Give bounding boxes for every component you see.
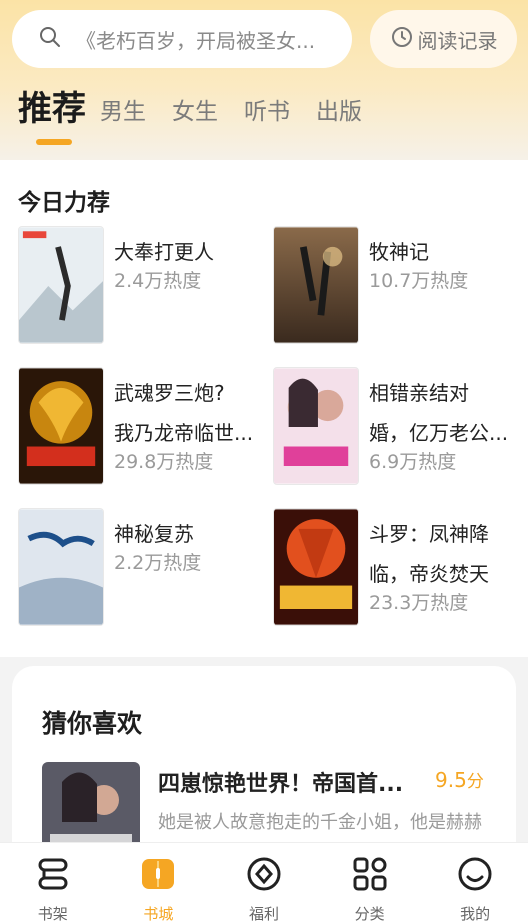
book-item[interactable]: 斗罗：凤神降 临，帝炎焚天 23.3万热度 (273, 508, 513, 628)
book-cover[interactable] (18, 508, 104, 626)
book-item[interactable]: 牧神记 10.7万热度 (273, 226, 513, 346)
book-title-line: 武魂罗三炮? (114, 381, 225, 405)
book-heat: 29.8万热度 (114, 451, 214, 473)
search-input[interactable]: 《老朽百岁，开局被圣女... (76, 25, 321, 54)
tab-published[interactable]: 出版 (316, 101, 362, 124)
book-title: 相错亲结对 婚，亿万老公... (369, 373, 519, 453)
today-recommend-title: 今日力荐 (18, 190, 110, 216)
book-cover[interactable] (273, 367, 359, 485)
guess-you-like-title: 猜你喜欢 (42, 709, 143, 738)
search-bar[interactable]: 《老朽百岁，开局被圣女... (12, 10, 352, 68)
guess-book-score: 9.5分 (435, 767, 484, 792)
bookshelf-icon (34, 855, 72, 897)
book-heat: 10.7万热度 (369, 270, 469, 292)
book-title-line: 斗罗：凤神降 (369, 522, 489, 546)
score-value: 9.5 (435, 768, 467, 792)
welfare-icon (245, 855, 283, 897)
tab-female[interactable]: 女生 (172, 101, 218, 124)
active-tab-indicator (36, 139, 72, 145)
nav-label: 书城 (143, 905, 174, 923)
book-title-line: 相错亲结对 (369, 381, 469, 405)
score-unit: 分 (466, 772, 484, 792)
nav-label: 书架 (37, 905, 68, 923)
book-item[interactable]: 神秘复苏 2.2万热度 (18, 508, 258, 628)
book-heat: 2.4万热度 (114, 270, 202, 292)
bookstore-icon (139, 855, 177, 897)
guess-book-title[interactable]: 四崽惊艳世界！帝国首... (158, 766, 403, 798)
nav-bookstore[interactable]: 书城 (106, 843, 212, 923)
category-tabs: 推荐 男生 女生 听书 出版 (18, 90, 388, 126)
book-cover[interactable] (18, 367, 104, 485)
profile-icon (456, 855, 494, 897)
nav-profile[interactable]: 我的 (422, 843, 528, 923)
book-heat: 6.9万热度 (369, 451, 457, 473)
tab-audiobook[interactable]: 听书 (244, 101, 290, 124)
book-cover[interactable] (273, 508, 359, 626)
tab-recommend[interactable]: 推荐 (18, 92, 86, 126)
book-cover[interactable] (18, 226, 104, 344)
bottom-navigation: 书架 书城 福利 分类 我的 (0, 842, 528, 923)
nav-welfare[interactable]: 福利 (211, 843, 317, 923)
book-item[interactable]: 武魂罗三炮? 我乃龙帝临世... 29.8万热度 (18, 367, 258, 487)
book-item[interactable]: 大奉打更人 2.4万热度 (18, 226, 258, 346)
book-title: 斗罗：凤神降 临，帝炎焚天 (369, 514, 519, 594)
book-heat: 23.3万热度 (369, 592, 469, 614)
book-heat: 2.2万热度 (114, 552, 202, 574)
search-icon (38, 25, 62, 53)
book-title: 武魂罗三炮? 我乃龙帝临世... (114, 373, 264, 453)
nav-category[interactable]: 分类 (317, 843, 423, 923)
clock-icon (390, 25, 418, 54)
book-item[interactable]: 相错亲结对 婚，亿万老公... 6.9万热度 (273, 367, 513, 487)
nav-bookshelf[interactable]: 书架 (0, 843, 106, 923)
reading-history-label: 阅读记录 (417, 28, 498, 53)
category-icon (351, 855, 389, 897)
tab-male[interactable]: 男生 (100, 101, 146, 124)
book-cover[interactable] (273, 226, 359, 344)
guess-book-cover[interactable] (42, 762, 140, 852)
nav-label: 分类 (354, 905, 385, 923)
reading-history-button[interactable]: 阅读记录 (370, 10, 517, 68)
guess-book-description: 她是被人故意抱走的千金小姐，他是赫赫 (158, 812, 482, 833)
nav-label: 福利 (248, 905, 279, 923)
nav-label: 我的 (460, 905, 491, 923)
